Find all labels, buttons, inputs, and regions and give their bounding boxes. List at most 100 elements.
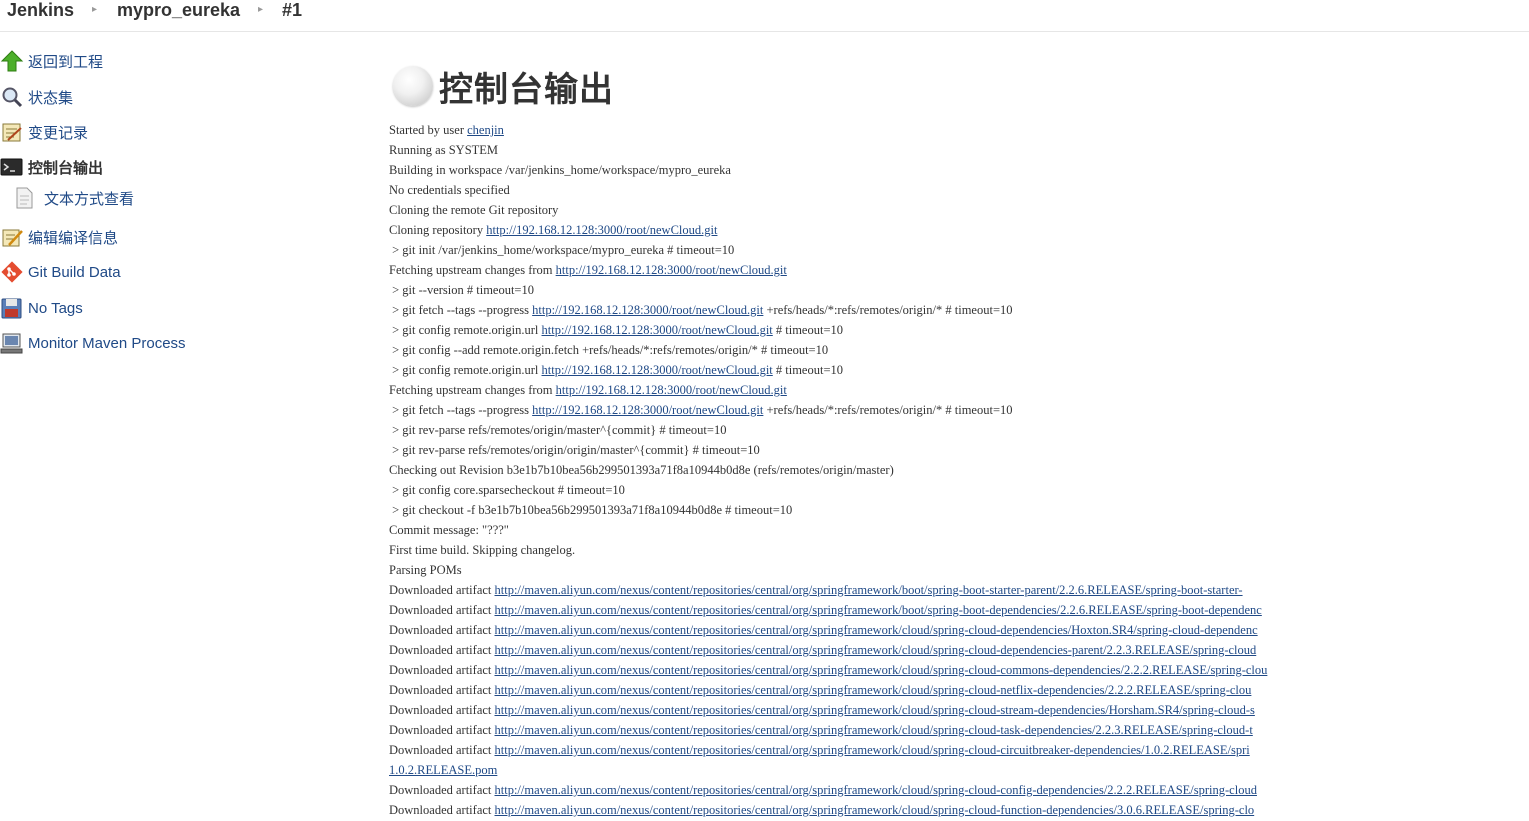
console-line: > git rev-parse refs/remotes/origin/mast… (389, 420, 1529, 440)
notepad-icon (0, 120, 24, 144)
console-line-text: Downloaded artifact (389, 683, 495, 697)
console-link[interactable]: http://maven.aliyun.com/nexus/content/re… (495, 783, 1257, 797)
console-link[interactable]: http://192.168.12.128:3000/root/newCloud… (532, 303, 763, 317)
build-status-ball-icon (393, 66, 433, 106)
console-line: Commit message: "???" (389, 520, 1529, 540)
console-line-text: > git checkout -f b3e1b7b10bea56b2995013… (389, 503, 793, 517)
edit-icon (0, 225, 24, 249)
console-link[interactable]: http://192.168.12.128:3000/root/newCloud… (556, 263, 787, 277)
sidebar-item-label: 控制台输出 (28, 159, 104, 177)
sidebar-item-label: 状态集 (28, 89, 74, 107)
console-line: Building in workspace /var/jenkins_home/… (389, 160, 1529, 180)
console-link[interactable]: http://maven.aliyun.com/nexus/content/re… (495, 623, 1258, 637)
breadcrumb-job[interactable]: mypro_eureka (117, 0, 240, 23)
console-line: > git checkout -f b3e1b7b10bea56b2995013… (389, 500, 1529, 520)
console-line-text: Cloning repository (389, 223, 487, 237)
console-line-text: # timeout=10 (772, 323, 844, 337)
console-line: Downloaded artifact http://maven.aliyun.… (389, 620, 1529, 640)
console-line: Running as SYSTEM (389, 140, 1529, 160)
console-line-text: Downloaded artifact (389, 723, 495, 737)
console-line-text: Downloaded artifact (389, 803, 495, 817)
terminal-icon (0, 155, 24, 179)
console-line-text: Fetching upstream changes from (389, 383, 556, 397)
sidebar-item-label: 变更记录 (28, 124, 89, 142)
console-line: No credentials specified (389, 180, 1529, 200)
console-link[interactable]: http://maven.aliyun.com/nexus/content/re… (495, 683, 1252, 697)
sidebar-item-console-output[interactable]: 控制台输出 (0, 152, 300, 182)
console-line: Downloaded artifact http://maven.aliyun.… (389, 800, 1529, 820)
console-line: Cloning repository http://192.168.12.128… (389, 220, 1529, 240)
console-line-text: > git config remote.origin.url (389, 363, 542, 377)
page-title: 控制台输出 (439, 69, 614, 110)
sidebar-item-label: 文本方式查看 (44, 190, 135, 208)
console-line: > git config remote.origin.url http://19… (389, 320, 1529, 340)
breadcrumb-separator-icon: ▸ (258, 4, 264, 15)
console-line-text: > git fetch --tags --progress (389, 303, 533, 317)
computer-icon (0, 331, 24, 355)
console-line: Downloaded artifact http://maven.aliyun.… (389, 780, 1529, 800)
console-link[interactable]: http://192.168.12.128:3000/root/newCloud… (556, 383, 787, 397)
console-line-text: Downloaded artifact (389, 623, 495, 637)
console-link[interactable]: http://maven.aliyun.com/nexus/content/re… (495, 703, 1255, 717)
console-line: Downloaded artifact http://maven.aliyun.… (389, 580, 1529, 600)
console-link[interactable]: http://maven.aliyun.com/nexus/content/re… (495, 583, 1243, 597)
console-link[interactable]: http://maven.aliyun.com/nexus/content/re… (495, 743, 1250, 757)
console-line-text: Downloaded artifact (389, 583, 495, 597)
sidebar-item-label: Git Build Data (28, 263, 121, 281)
console-link[interactable]: http://maven.aliyun.com/nexus/content/re… (495, 643, 1257, 657)
console-line: Cloning the remote Git repository (389, 200, 1529, 220)
breadcrumb-jenkins[interactable]: Jenkins (7, 0, 74, 23)
sidebar-item-edit-build-info[interactable]: 编辑编译信息 (0, 222, 300, 252)
sidebar-item-status[interactable]: 状态集 (0, 82, 300, 112)
sidebar-item-git-build-data[interactable]: Git Build Data (0, 257, 300, 287)
console-line: > git init /var/jenkins_home/workspace/m… (389, 240, 1529, 260)
sidebar-item-view-as-plain-text[interactable]: 文本方式查看 (12, 183, 312, 213)
sidebar-item-label: Monitor Maven Process (28, 334, 186, 352)
console-line-text: +refs/heads/*:refs/remotes/origin/* # ti… (763, 403, 1013, 417)
console-link[interactable]: http://192.168.12.128:3000/root/newCloud… (486, 223, 717, 237)
console-line: 1.0.2.RELEASE.pom (389, 760, 1529, 780)
magnifier-icon (0, 85, 24, 109)
breadcrumb: Jenkins ▸ mypro_eureka ▸ #1 (0, 0, 1529, 32)
console-line: > git config core.sparsecheckout # timeo… (389, 480, 1529, 500)
console-line: > git rev-parse refs/remotes/origin/orig… (389, 440, 1529, 460)
sidebar-item-back-to-project[interactable]: 返回到工程 (0, 46, 300, 76)
console-line: Checking out Revision b3e1b7b10bea56b299… (389, 460, 1529, 480)
console-line-text: Parsing POMs (389, 563, 462, 577)
console-line-text: Running as SYSTEM (389, 143, 499, 157)
console-line-text: > git fetch --tags --progress (389, 403, 533, 417)
console-line-text: No credentials specified (389, 183, 510, 197)
console-line-text: > git config core.sparsecheckout # timeo… (389, 483, 625, 497)
console-line-text: Downloaded artifact (389, 783, 495, 797)
console-line-text: +refs/heads/*:refs/remotes/origin/* # ti… (763, 303, 1013, 317)
console-line: Parsing POMs (389, 560, 1529, 580)
save-icon (0, 296, 24, 320)
sidebar-item-label: 返回到工程 (28, 53, 104, 71)
console-link[interactable]: http://192.168.12.128:3000/root/newCloud… (542, 323, 773, 337)
breadcrumb-separator-icon: ▸ (92, 4, 98, 15)
console-line: Downloaded artifact http://maven.aliyun.… (389, 640, 1529, 660)
console-line: > git --version # timeout=10 (389, 280, 1529, 300)
console-line: Downloaded artifact http://maven.aliyun.… (389, 740, 1529, 760)
sidebar-item-no-tags[interactable]: No Tags (0, 293, 300, 323)
console-line-text: Downloaded artifact (389, 743, 495, 757)
sidebar-item-monitor-maven-process[interactable]: Monitor Maven Process (0, 328, 300, 358)
console-line-text: > git rev-parse refs/remotes/origin/mast… (389, 423, 727, 437)
console-line: Started by user chenjin (389, 120, 1529, 140)
console-line-text: # timeout=10 (772, 363, 844, 377)
breadcrumb-build[interactable]: #1 (282, 0, 302, 23)
console-line-text: Downloaded artifact (389, 603, 495, 617)
console-link[interactable]: http://192.168.12.128:3000/root/newCloud… (542, 363, 773, 377)
console-output: Started by user chenjin Running as SYSTEM… (389, 120, 1529, 820)
sidebar-item-changes[interactable]: 变更记录 (0, 117, 300, 147)
console-link[interactable]: http://maven.aliyun.com/nexus/content/re… (495, 723, 1253, 737)
console-line: First time build. Skipping changelog. (389, 540, 1529, 560)
console-link[interactable]: http://maven.aliyun.com/nexus/content/re… (495, 603, 1262, 617)
console-link[interactable]: chenjin (467, 123, 504, 137)
console-line: Downloaded artifact http://maven.aliyun.… (389, 600, 1529, 620)
console-link[interactable]: http://maven.aliyun.com/nexus/content/re… (495, 663, 1268, 677)
console-link[interactable]: 1.0.2.RELEASE.pom (389, 763, 497, 777)
console-line-text: Downloaded artifact (389, 663, 495, 677)
console-link[interactable]: http://192.168.12.128:3000/root/newCloud… (532, 403, 763, 417)
console-link[interactable]: http://maven.aliyun.com/nexus/content/re… (495, 803, 1255, 817)
